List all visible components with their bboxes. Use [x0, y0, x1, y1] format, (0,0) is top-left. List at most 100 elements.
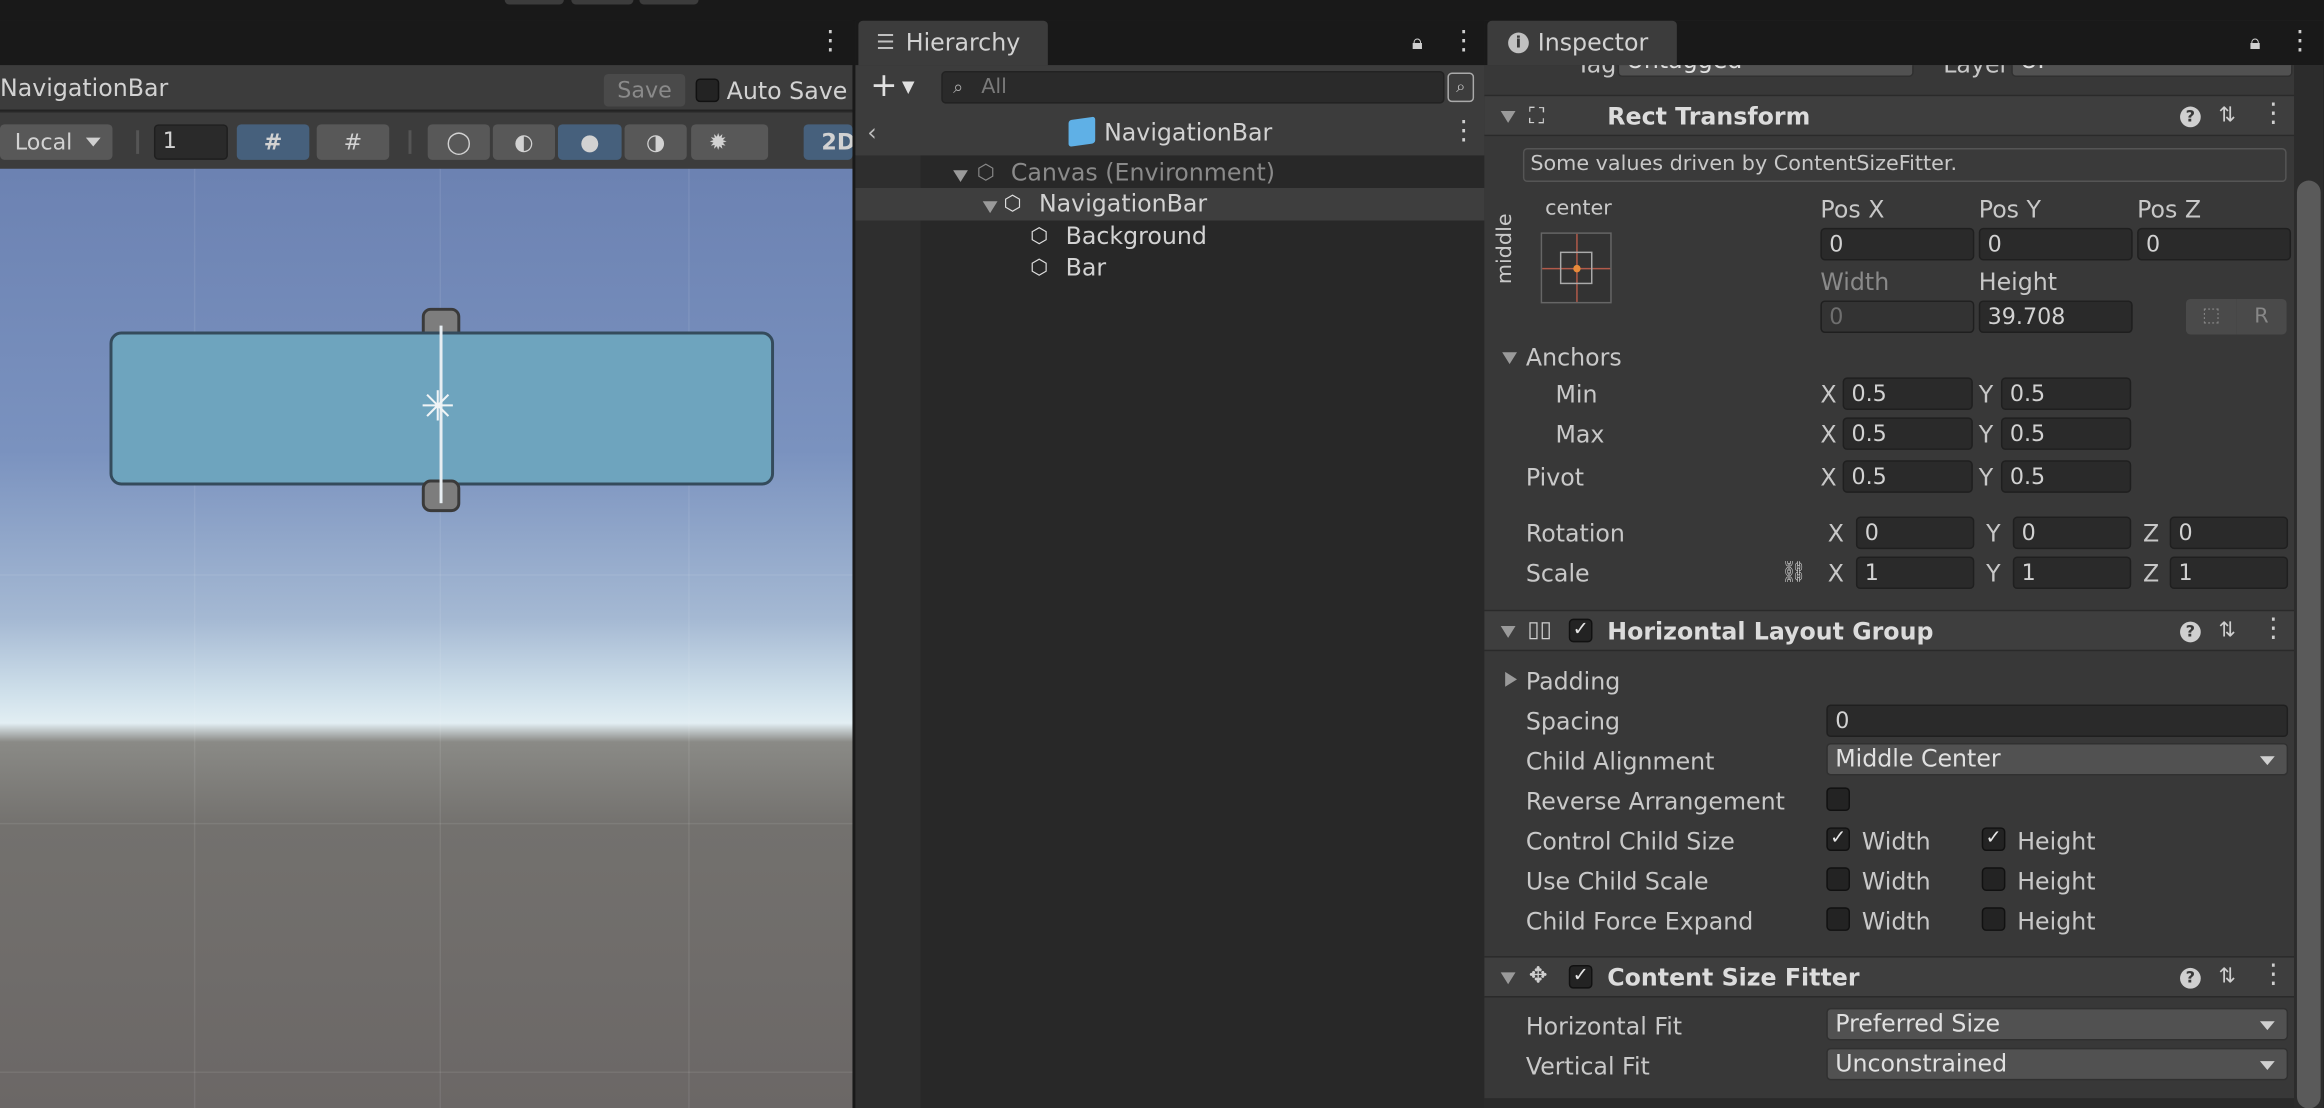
presets-icon[interactable]: ⇅	[2219, 619, 2236, 643]
grid-snap-toggle[interactable]: #	[236, 124, 310, 160]
more-vert-icon[interactable]: ⋮	[2260, 615, 2287, 642]
add-object-button[interactable]: + ▼	[870, 69, 923, 106]
collapse-arrow-icon[interactable]	[1502, 352, 1517, 365]
collapse-arrow-icon[interactable]	[1500, 626, 1516, 638]
rect-transform-header[interactable]: ⛶ Rect Transform ? ⇅ ⋮	[1484, 94, 2294, 137]
expand-height-checkbox[interactable]	[1981, 907, 2006, 931]
debug-draw-mode-icon[interactable]: ✹	[691, 124, 769, 160]
wireframe-shading-icon[interactable]: ◯	[427, 124, 490, 160]
search-input[interactable]: ⌕ All	[941, 71, 1445, 104]
list-item[interactable]: ⬡ Canvas (Environment)	[855, 158, 1484, 188]
lock-icon[interactable]: 🔒︎	[1412, 31, 1423, 55]
child-alignment-value: Middle Center	[1835, 744, 2001, 773]
lock-icon[interactable]: 🔒︎	[2250, 31, 2261, 55]
help-icon[interactable]: ?	[2180, 967, 2201, 989]
play-button[interactable]	[504, 0, 564, 5]
tab-hierarchy[interactable]: ☰ Hierarchy	[858, 20, 1048, 66]
reverse-arrangement-checkbox[interactable]	[1826, 787, 1850, 812]
scene-search-icon[interactable]: ⌕	[1447, 72, 1475, 103]
rotation-y-field[interactable]: 0	[2012, 516, 2132, 550]
width-option-label: Width	[1861, 907, 1931, 936]
grid-size-field[interactable]: 1	[153, 124, 228, 160]
presets-icon[interactable]: ⇅	[2219, 104, 2236, 128]
save-button[interactable]: Save	[603, 74, 686, 107]
vertical-fit-dropdown[interactable]: Unconstrained	[1826, 1047, 2289, 1081]
list-item[interactable]: ⬡ Bar	[855, 253, 1484, 283]
tag-layer-row: Tag Untagged Layer UI	[1484, 65, 2294, 92]
anchor-min-x-field[interactable]: 0.5	[1842, 377, 1973, 410]
layer-dropdown[interactable]: UI	[2011, 65, 2293, 77]
scale-z-field[interactable]: 1	[2169, 556, 2289, 590]
expand-arrow-icon[interactable]	[1505, 671, 1517, 687]
rotation-z-field[interactable]: 0	[2169, 516, 2289, 550]
shaded-wireframe-icon[interactable]: ◐	[492, 124, 555, 160]
pivot-mode-dropdown[interactable]: Local	[0, 124, 113, 160]
height-field[interactable]: 39.708	[1978, 300, 2133, 333]
increment-snap-toggle[interactable]: #	[316, 124, 390, 160]
constrain-proportions-icon[interactable]: ⛓	[1780, 561, 1806, 585]
grid-line	[193, 168, 196, 1108]
scale-y-field[interactable]: 1	[2012, 556, 2132, 590]
more-vert-icon[interactable]: ⋮	[1450, 118, 1477, 145]
enabled-checkbox[interactable]: ✓	[1568, 964, 1593, 989]
axis-y-label: Y	[1978, 380, 1994, 409]
raw-edit-button[interactable]: R	[2236, 298, 2287, 335]
scale-width-checkbox[interactable]	[1826, 867, 1850, 891]
scrollbar-thumb[interactable]	[2296, 180, 2321, 1108]
horizontal-fit-dropdown[interactable]: Preferred Size	[1826, 1007, 2289, 1041]
control-height-checkbox[interactable]: ✓	[1981, 827, 2006, 851]
pivot-y-field[interactable]: 0.5	[2000, 460, 2132, 493]
pos-x-field[interactable]: 0	[1820, 227, 1975, 261]
control-width-checkbox[interactable]: ✓	[1826, 827, 1850, 851]
rotation-x-field[interactable]: 0	[1855, 516, 1975, 550]
anchor-preset-button[interactable]	[1540, 232, 1612, 304]
collapse-arrow-icon[interactable]	[1500, 111, 1516, 123]
axis-x-label: X	[1820, 420, 1837, 449]
scene-toolbar: Local 1 # # ◯ ◐ ● ◑ ✹ 2D	[0, 112, 855, 169]
expand-width-checkbox[interactable]	[1826, 907, 1850, 931]
pause-button[interactable]	[571, 0, 634, 5]
horizontal-fit-value: Preferred Size	[1835, 1009, 2001, 1038]
anchor-icon[interactable]: ✳	[420, 386, 455, 427]
mode-2d-toggle[interactable]: 2D	[803, 124, 855, 160]
help-icon[interactable]: ?	[2180, 621, 2201, 643]
more-vert-icon[interactable]: ⋮	[1450, 27, 1477, 54]
shaded-icon[interactable]: ●	[557, 124, 622, 160]
axis-x-label: X	[1827, 519, 1845, 548]
pos-z-field[interactable]: 0	[2137, 227, 2292, 261]
auto-save-checkbox[interactable]	[695, 78, 720, 103]
presets-icon[interactable]: ⇅	[2219, 965, 2236, 989]
pivot-x-field[interactable]: 0.5	[1842, 460, 1973, 493]
collapse-arrow-icon[interactable]	[1500, 972, 1516, 985]
anchor-max-x-field[interactable]: 0.5	[1842, 417, 1973, 450]
child-alignment-dropdown[interactable]: Middle Center	[1826, 742, 2289, 776]
more-vert-icon[interactable]: ⋮	[2287, 27, 2314, 54]
pos-y-field[interactable]: 0	[1978, 227, 2133, 261]
expand-arrow-icon[interactable]	[953, 170, 968, 183]
tag-dropdown[interactable]: Untagged	[1617, 65, 1914, 77]
anchor-max-y-field[interactable]: 0.5	[2000, 417, 2132, 450]
hierarchy-tab-label: Hierarchy	[905, 28, 1021, 57]
back-arrow-icon[interactable]: ‹	[867, 118, 876, 146]
list-item[interactable]: ⬡ Background	[855, 222, 1484, 252]
more-vert-icon[interactable]: ⋮	[817, 27, 844, 54]
scene-viewport[interactable]: ✳	[0, 168, 853, 1108]
more-vert-icon[interactable]: ⋮	[2260, 961, 2287, 988]
enabled-checkbox[interactable]: ✓	[1568, 618, 1593, 643]
scale-x-field[interactable]: 1	[1855, 556, 1975, 590]
more-vert-icon[interactable]: ⋮	[2260, 100, 2287, 127]
expand-arrow-icon[interactable]	[982, 201, 998, 214]
blueprint-mode-button[interactable]: ⬚	[2185, 298, 2237, 335]
step-button[interactable]	[639, 0, 699, 5]
list-item[interactable]: ⬡ NavigationBar	[855, 189, 1484, 219]
horizontal-layout-header[interactable]: ▯▯ ✓ Horizontal Layout Group ? ⇅ ⋮	[1484, 609, 2294, 652]
anchor-min-y-field[interactable]: 0.5	[2000, 377, 2132, 410]
help-icon[interactable]: ?	[2180, 106, 2201, 128]
scale-height-checkbox[interactable]	[1981, 867, 2006, 891]
width-field[interactable]: 0	[1820, 300, 1975, 333]
unlit-icon[interactable]: ◑	[624, 124, 687, 160]
tab-inspector[interactable]: i Inspector	[1487, 20, 1677, 66]
grid-line	[0, 574, 853, 576]
content-size-fitter-header[interactable]: ✥ ✓ Content Size Fitter ? ⇅ ⋮	[1484, 956, 2294, 998]
spacing-field[interactable]: 0	[1826, 704, 2289, 738]
